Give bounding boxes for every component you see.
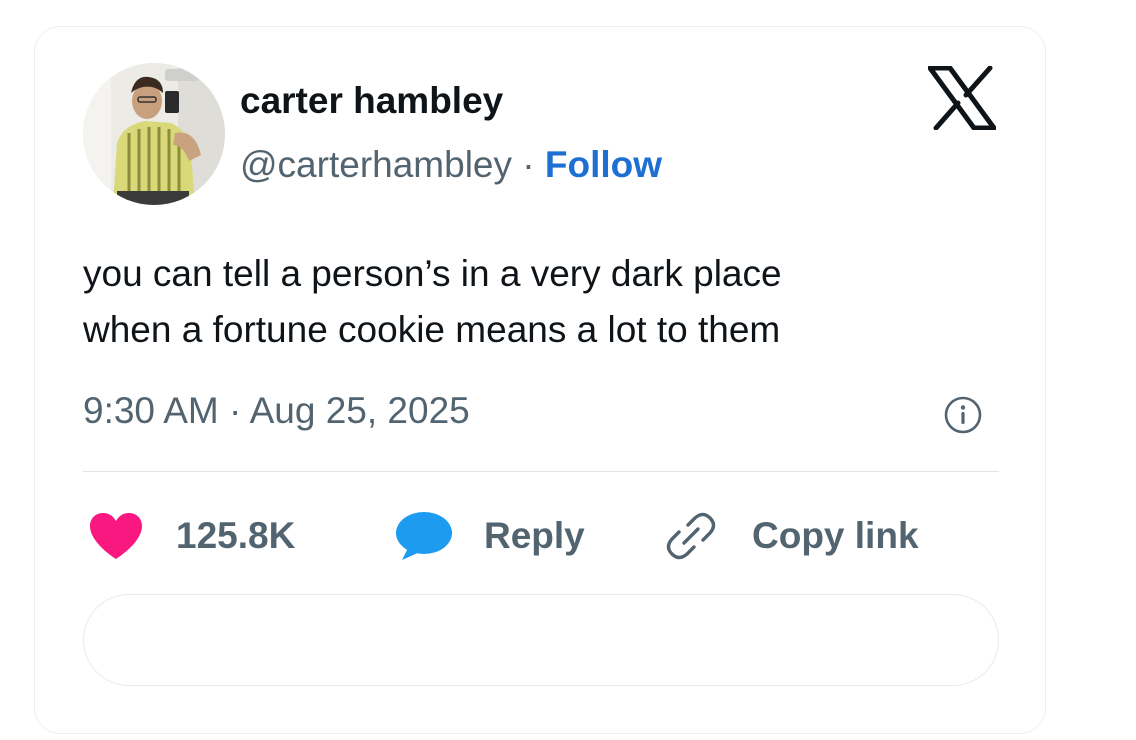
read-replies-button[interactable]: [83, 594, 999, 686]
follow-button[interactable]: Follow: [545, 144, 662, 185]
author-handle-row: @carterhambley · Follow: [240, 142, 662, 188]
link-icon: [664, 509, 718, 563]
x-logo-icon[interactable]: [927, 65, 997, 131]
handle-separator: ·: [522, 144, 535, 185]
tweet-text: you can tell a person’s in a very dark p…: [83, 246, 983, 358]
tweet-text-line: you can tell a person’s in a very dark p…: [83, 253, 782, 294]
reply-label: Reply: [484, 515, 585, 556]
speech-bubble-icon: [394, 510, 454, 562]
like-button[interactable]: 125.8K: [88, 508, 295, 564]
tweet-timestamp[interactable]: 9:30 AM · Aug 25, 2025: [83, 388, 470, 434]
tweet-text-line: when a fortune cookie means a lot to the…: [83, 309, 781, 350]
copy-link-button[interactable]: Copy link: [664, 508, 919, 564]
author-handle[interactable]: @carterhambley: [240, 144, 512, 185]
reply-button[interactable]: Reply: [394, 508, 585, 564]
heart-icon: [88, 511, 144, 561]
divider: [83, 471, 999, 472]
info-icon[interactable]: [943, 395, 983, 435]
author-display-name[interactable]: carter hambley: [240, 78, 503, 124]
copy-link-label: Copy link: [752, 515, 919, 556]
avatar[interactable]: [83, 63, 225, 205]
like-count: 125.8K: [176, 515, 296, 556]
